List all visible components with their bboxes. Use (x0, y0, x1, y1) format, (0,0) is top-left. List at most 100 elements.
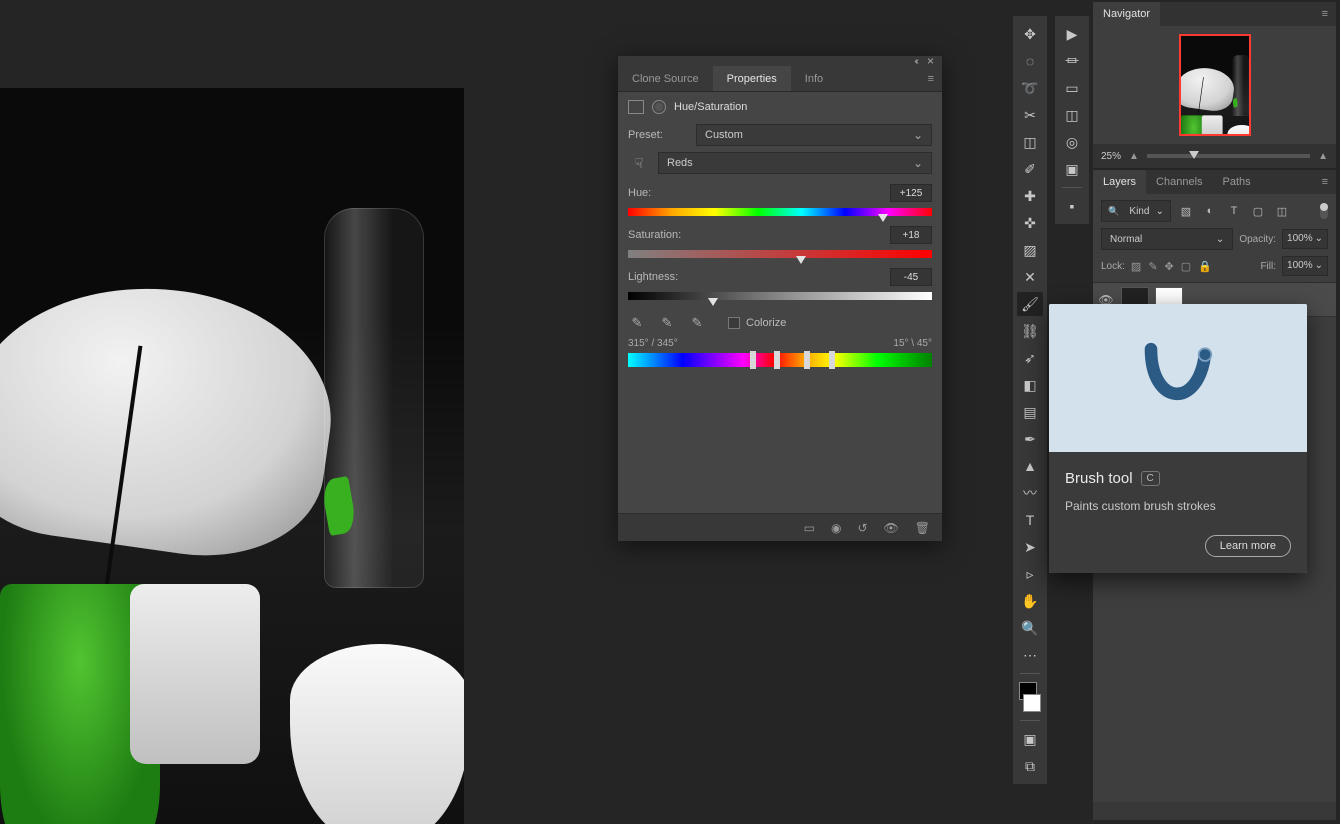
clone-stamp-tool[interactable]: ⛓ (1017, 319, 1043, 343)
globe-icon[interactable]: ◎ (1059, 130, 1085, 154)
collapse-panel-icon[interactable] (914, 55, 917, 67)
pen-tool[interactable]: ✒ (1017, 427, 1043, 451)
tools-column-b: ▶ ⏛ ▭ ◫ ◎ ▣ ▪ (1055, 16, 1089, 224)
color-swatch[interactable] (1017, 680, 1043, 714)
lock-label: Lock: (1101, 261, 1125, 272)
blend-mode-select[interactable]: Normal (1101, 228, 1233, 250)
marquee-tool[interactable]: ◌ (1017, 49, 1043, 73)
more-tools[interactable]: ⋯ (1017, 643, 1043, 667)
filter-shape-icon[interactable]: ▢ (1249, 202, 1267, 220)
range-left: 315° / 345° (628, 338, 678, 349)
smudge-tool[interactable]: 〰 (1017, 481, 1043, 505)
eraser-tool[interactable]: ◧ (1017, 373, 1043, 397)
hue-value[interactable]: +125 (890, 184, 932, 202)
saturation-value[interactable]: +18 (890, 226, 932, 244)
lightness-slider[interactable]: Lightness: -45 (628, 268, 932, 300)
lock-pixels-icon[interactable]: ▨ (1131, 260, 1141, 273)
delete-icon[interactable]: 🗑 (915, 521, 930, 535)
eyedropper-tool[interactable]: ✐ (1017, 157, 1043, 181)
scrubby-hand-icon[interactable] (628, 152, 650, 174)
brush-tool[interactable]: 🖌 (1017, 292, 1043, 316)
direct-select-tool[interactable]: ▹ (1017, 562, 1043, 586)
artboard-icon[interactable]: ◫ (1059, 103, 1085, 127)
adjustment-icon (628, 100, 644, 114)
lightness-value[interactable]: -45 (890, 268, 932, 286)
separator (1020, 720, 1040, 721)
shuffle-tool[interactable]: ✕ (1017, 265, 1043, 289)
move-tool[interactable]: ✥ (1017, 22, 1043, 46)
lasso-tool[interactable]: ➰ (1017, 76, 1043, 100)
healing-tool[interactable]: ✚ (1017, 184, 1043, 208)
filter-adjust-icon[interactable]: ◐ (1201, 202, 1219, 220)
saturation-label: Saturation: (628, 229, 681, 241)
lock-all-icon[interactable]: 🔒 (1198, 260, 1212, 273)
eyedropper-add-icon[interactable] (658, 314, 676, 332)
photo-figure (0, 264, 346, 572)
saturation-slider[interactable]: Saturation: +18 (628, 226, 932, 258)
gradient-tool[interactable]: ▤ (1017, 400, 1043, 424)
photo (0, 88, 464, 824)
filter-pixel-icon[interactable]: ▧ (1177, 202, 1195, 220)
preview-icon[interactable]: ▣ (1059, 157, 1085, 181)
checkbox-icon[interactable] (728, 317, 740, 329)
triangle-tool[interactable]: ▲ (1017, 454, 1043, 478)
object-select-tool[interactable]: ▨ (1017, 238, 1043, 262)
tab-info[interactable]: Info (791, 66, 837, 91)
frame-tool[interactable]: ◫ (1017, 130, 1043, 154)
filter-smart-icon[interactable]: ◫ (1273, 202, 1291, 220)
reset-icon[interactable]: ↺ (857, 521, 867, 535)
zoom-out-icon[interactable]: ▲ (1129, 151, 1139, 162)
learn-more-button[interactable]: Learn more (1205, 535, 1291, 557)
tooltip-shortcut: C (1141, 471, 1160, 486)
hand-tool[interactable]: ✋ (1017, 589, 1043, 613)
tooltip-preview (1049, 304, 1307, 452)
eyedropper-subtract-icon[interactable] (688, 314, 706, 332)
formats-icon[interactable]: ▭ (1059, 76, 1085, 100)
tab-layers[interactable]: Layers (1093, 170, 1146, 194)
layer-filter-kind[interactable]: Kind (1101, 200, 1171, 222)
crop-tool[interactable]: ✂ (1017, 103, 1043, 127)
zoom-slider[interactable] (1147, 154, 1310, 158)
lock-artboard-icon[interactable]: ▢ (1181, 260, 1191, 273)
tab-properties[interactable]: Properties (713, 66, 791, 91)
preview-tile-icon[interactable]: ▪ (1059, 194, 1085, 218)
zoom-tool[interactable]: 🔍 (1017, 616, 1043, 640)
filter-toggle[interactable] (1320, 203, 1328, 219)
tab-paths[interactable]: Paths (1213, 170, 1261, 194)
layers-menu-icon[interactable] (1314, 176, 1336, 188)
clip-to-layer-icon[interactable]: ▭ (804, 521, 815, 535)
tab-navigator[interactable]: Navigator (1093, 2, 1160, 26)
lock-position-icon[interactable]: ✥ (1165, 260, 1174, 273)
eyedropper-icon[interactable] (628, 314, 646, 332)
quick-mask-icon[interactable]: ▣ (1017, 727, 1043, 751)
fill-value[interactable]: 100% (1282, 256, 1328, 276)
preset-select[interactable]: Custom (696, 124, 932, 146)
filter-type-icon[interactable]: T (1225, 202, 1243, 220)
precise-tool[interactable]: ✜ (1017, 211, 1043, 235)
hue-sat-icon (652, 100, 666, 114)
document-canvas[interactable] (0, 88, 464, 824)
gauge-icon[interactable]: ⏛ (1059, 49, 1085, 73)
tooltip-description: Paints custom brush strokes (1065, 499, 1291, 513)
tab-channels[interactable]: Channels (1146, 170, 1212, 194)
panel-menu-icon[interactable] (920, 66, 942, 91)
colorize-checkbox[interactable]: Colorize (728, 317, 786, 329)
zoom-value[interactable]: 25% (1101, 151, 1121, 162)
path-select-tool[interactable]: ➤ (1017, 535, 1043, 559)
navigator-preview[interactable] (1093, 26, 1336, 144)
history-brush-tool[interactable]: ➶ (1017, 346, 1043, 370)
screen-mode-icon[interactable]: ⧉ (1017, 754, 1043, 778)
zoom-in-icon[interactable]: ▲ (1318, 151, 1328, 162)
type-tool[interactable]: T (1017, 508, 1043, 532)
color-range-strip[interactable] (628, 353, 932, 367)
hue-slider[interactable]: Hue: +125 (628, 184, 932, 216)
play-icon[interactable]: ▶ (1059, 22, 1085, 46)
visibility-icon[interactable]: 👁 (884, 521, 899, 535)
channel-select[interactable]: Reds (658, 152, 932, 174)
lock-brush-icon[interactable]: ✎ (1148, 260, 1157, 273)
tab-clone-source[interactable]: Clone Source (618, 66, 713, 91)
navigator-menu-icon[interactable] (1314, 8, 1336, 20)
panel-footer: ▭ ◉ ↺ 👁 🗑 (618, 513, 942, 541)
opacity-value[interactable]: 100% (1282, 229, 1328, 249)
view-previous-icon[interactable]: ◉ (831, 521, 841, 535)
